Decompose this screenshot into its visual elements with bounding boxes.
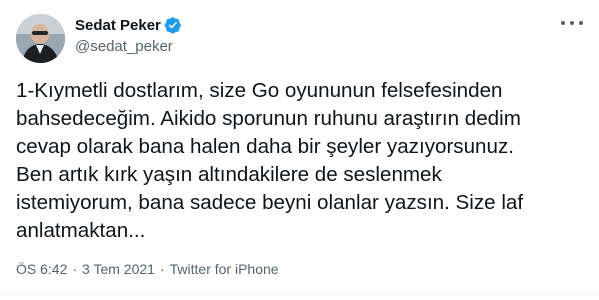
tweet: Sedat Peker @sedat_peker 1-Kıymetli dost… — [0, 0, 599, 300]
more-dot — [570, 21, 574, 25]
author-info: Sedat Peker @sedat_peker — [75, 15, 182, 55]
tweet-date[interactable]: 3 Tem 2021 — [82, 261, 155, 277]
more-dot — [561, 21, 565, 25]
handle[interactable]: @sedat_peker — [75, 38, 182, 55]
verified-badge-icon — [164, 16, 182, 34]
display-name[interactable]: Sedat Peker — [75, 17, 161, 34]
meta-separator: · — [72, 261, 78, 277]
tweet-source[interactable]: Twitter for iPhone — [170, 261, 279, 277]
meta-separator: · — [159, 261, 165, 277]
avatar-image — [16, 14, 65, 63]
author-name-row: Sedat Peker — [75, 15, 182, 35]
more-options-icon[interactable] — [561, 16, 583, 30]
tweet-meta: ÖS 6:42 · 3 Tem 2021 · Twitter for iPhon… — [16, 261, 279, 277]
more-dot — [579, 21, 583, 25]
avatar[interactable] — [16, 14, 65, 63]
divider — [0, 294, 599, 295]
tweet-text: 1-Kıymetli dostlarım, size Go oyununun f… — [16, 79, 524, 242]
tweet-time[interactable]: ÖS 6:42 — [16, 261, 67, 277]
